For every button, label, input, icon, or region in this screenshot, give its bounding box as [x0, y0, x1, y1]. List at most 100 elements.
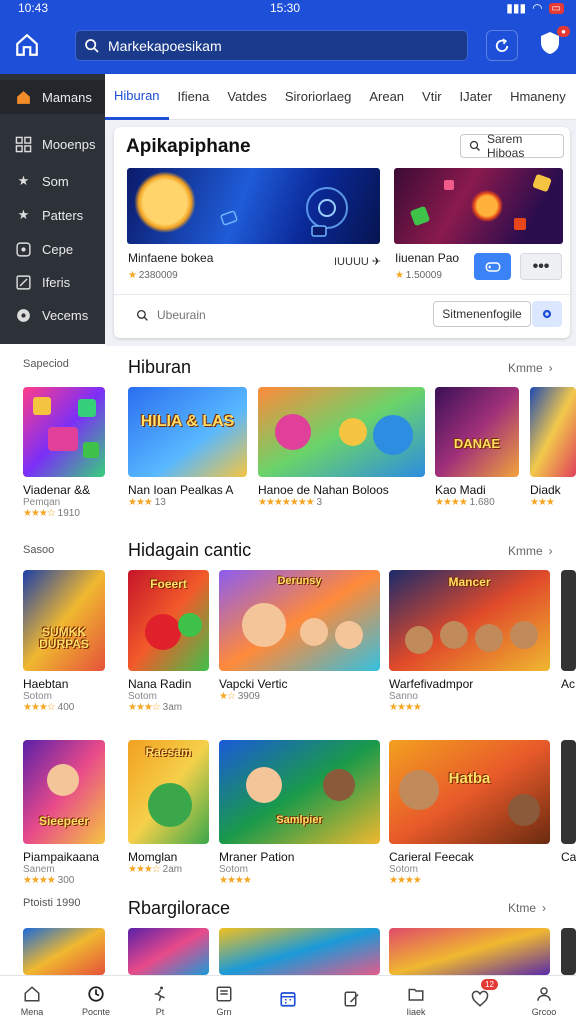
game-card[interactable]: Raesam Momglan ★★★☆ 2am: [128, 740, 209, 875]
edit-icon: [15, 274, 32, 291]
tab-ifiena[interactable]: Ifiena: [169, 74, 219, 120]
sidebar-item-label: Iferis: [42, 274, 71, 290]
tab-ijater[interactable]: IJater: [451, 74, 502, 120]
star-icon: ★: [17, 173, 30, 188]
bottom-navigation: Mena Pocnte Pt Grn Iiaek 12 Grcoo: [0, 975, 576, 1024]
game-card[interactable]: Derunsy Vapcki Vertic ★☆ 3909: [219, 570, 380, 702]
game-card[interactable]: Hanoe de Nahan Boloos ★★★★★★★ 3: [258, 387, 425, 508]
game-card[interactable]: Diadk ★★★: [530, 387, 576, 508]
game-art: [258, 387, 425, 477]
sidebar-item-patters[interactable]: ★ Patters: [0, 198, 105, 232]
game-subtitle: Sotom: [23, 691, 52, 702]
section-more-link[interactable]: Kmme ›: [508, 544, 553, 558]
star-rating-icon: ★★★☆: [23, 702, 56, 713]
featured-search-button[interactable]: Sarem Hiboas: [460, 132, 564, 160]
sidebar-item-label: Patters: [42, 207, 84, 223]
sidebar-item-cepe[interactable]: Cepe: [0, 232, 105, 266]
game-art: [435, 387, 519, 477]
sidebar-item-home[interactable]: Mamans: [0, 80, 105, 114]
game-card[interactable]: [561, 928, 576, 975]
game-name: Mraner Pation: [219, 850, 295, 864]
game-card[interactable]: Mancer Warfefivadmpor Sanno ★★★★: [389, 570, 550, 713]
rating-count: 300: [57, 875, 75, 886]
game-thumbnail: Derunsy: [219, 570, 380, 671]
search-bar[interactable]: [75, 30, 468, 61]
star-rating-icon: ★★★☆: [23, 508, 56, 519]
star-icon: ★: [17, 207, 30, 222]
game-card[interactable]: Hatba Carieral Feecak Sotom ★★★★: [389, 740, 550, 886]
subscribe-button[interactable]: Sitmenenfogile: [433, 301, 531, 327]
game-art: [23, 928, 105, 975]
nav-home[interactable]: Mena: [0, 976, 64, 1024]
game-card[interactable]: HILIA & LAS Nan Ioan Pealkas A ★★★ 13: [128, 387, 247, 508]
tab-vatdes[interactable]: Vatdes: [218, 74, 276, 120]
chevron-right-icon: ›: [548, 544, 553, 558]
game-card[interactable]: [23, 928, 105, 975]
gamepad-icon: [15, 241, 32, 258]
game-subtitle: Sotom: [389, 864, 418, 875]
tab-arean[interactable]: Arean: [360, 74, 413, 120]
sidebar-item-label: Vecems: [42, 307, 89, 323]
sidebar-item-vecems[interactable]: Vecems: [0, 298, 105, 332]
featured-banner-1[interactable]: [127, 168, 380, 244]
game-thumbnail: [561, 928, 576, 975]
sidebar-item-iferis[interactable]: Iferis: [0, 265, 105, 299]
featured-banner-2[interactable]: [394, 168, 563, 244]
game-thumbnail: [389, 928, 550, 975]
game-rating: ★★★☆ 1910: [23, 508, 105, 519]
notifications-button[interactable]: ●: [538, 26, 570, 60]
more-button[interactable]: •••: [520, 253, 562, 280]
sidebar-item-grid[interactable]: Mooenps: [0, 127, 105, 161]
game-logo-text: Hatba: [448, 770, 491, 788]
game-subtitle: Pemqan: [23, 497, 61, 508]
section-more-link[interactable]: Ktme ›: [508, 901, 546, 915]
star-rating-icon: ★★★: [128, 497, 153, 508]
search-input[interactable]: [108, 37, 438, 54]
tab-hmaneny[interactable]: Hmaneny: [501, 74, 575, 120]
game-card[interactable]: [389, 928, 550, 975]
refresh-button[interactable]: [486, 30, 518, 61]
game-card[interactable]: SUMKK DURPAS Haebtan Sotom ★★★☆ 400: [23, 570, 105, 713]
game-thumbnail: Raesam: [128, 740, 209, 844]
game-card[interactable]: Samlpier Mraner Pation Sotom ★★★★: [219, 740, 380, 886]
nav-edit[interactable]: [320, 976, 384, 1024]
tab-siroriorlaeg[interactable]: Siroriorlaeg: [276, 74, 360, 120]
game-name: Haebtan: [23, 677, 69, 691]
nav-recent[interactable]: Pocnte: [64, 976, 128, 1024]
game-thumbnail: [530, 387, 576, 477]
nav-folder[interactable]: Iiaek: [384, 976, 448, 1024]
rating-count: 400: [57, 702, 75, 713]
nav-label: Iiaek: [406, 1006, 426, 1017]
game-rating: ★★★★: [389, 875, 550, 886]
game-card[interactable]: Ac: [561, 570, 576, 691]
more-label: Ktme: [508, 901, 537, 915]
game-card[interactable]: Sieepeer Piampaikaana Sanem ★★★★ 300: [23, 740, 105, 886]
game-card[interactable]: DANAE Kao Madi ★★★★ 1.680: [435, 387, 519, 508]
game-subtitle: Sotom: [219, 864, 248, 875]
nav-profile[interactable]: Grcoo: [512, 976, 576, 1024]
section-more-link[interactable]: Kmme ›: [508, 361, 553, 375]
game-thumbnail: Samlpier: [219, 740, 380, 844]
filter-button[interactable]: [532, 301, 562, 327]
install-button[interactable]: [474, 253, 511, 280]
plane-icon: ✈: [371, 256, 382, 268]
star-rating-icon: ★★★★: [435, 497, 468, 508]
game-card[interactable]: Viadenar && Pemqan ★★★☆ 1910: [23, 387, 105, 519]
home-button[interactable]: [14, 32, 40, 58]
sidebar: Mamans Mooenps ★ Som ★ Patters Cepe Ifer…: [0, 74, 105, 344]
nav-favorites[interactable]: 12: [448, 976, 512, 1024]
banner-1-extra-text: IUUUU: [334, 256, 369, 268]
game-card[interactable]: [128, 928, 209, 975]
featured-search-field[interactable]: [136, 303, 396, 327]
sidebar-item-star[interactable]: ★ Som: [0, 164, 105, 198]
nav-library[interactable]: Grn: [192, 976, 256, 1024]
nav-calendar[interactable]: [256, 976, 320, 1024]
featured-search-input[interactable]: [157, 308, 357, 322]
nav-activity[interactable]: Pt: [128, 976, 192, 1024]
game-card[interactable]: Foeert Nana Radin Sotom ★★★☆ 3am: [128, 570, 209, 713]
refresh-icon: [495, 37, 509, 52]
tab-vtir[interactable]: Vtir: [413, 74, 451, 120]
game-card[interactable]: Ca: [561, 740, 576, 864]
tab-hiburan[interactable]: Hiburan: [105, 74, 169, 120]
game-card[interactable]: [219, 928, 380, 975]
